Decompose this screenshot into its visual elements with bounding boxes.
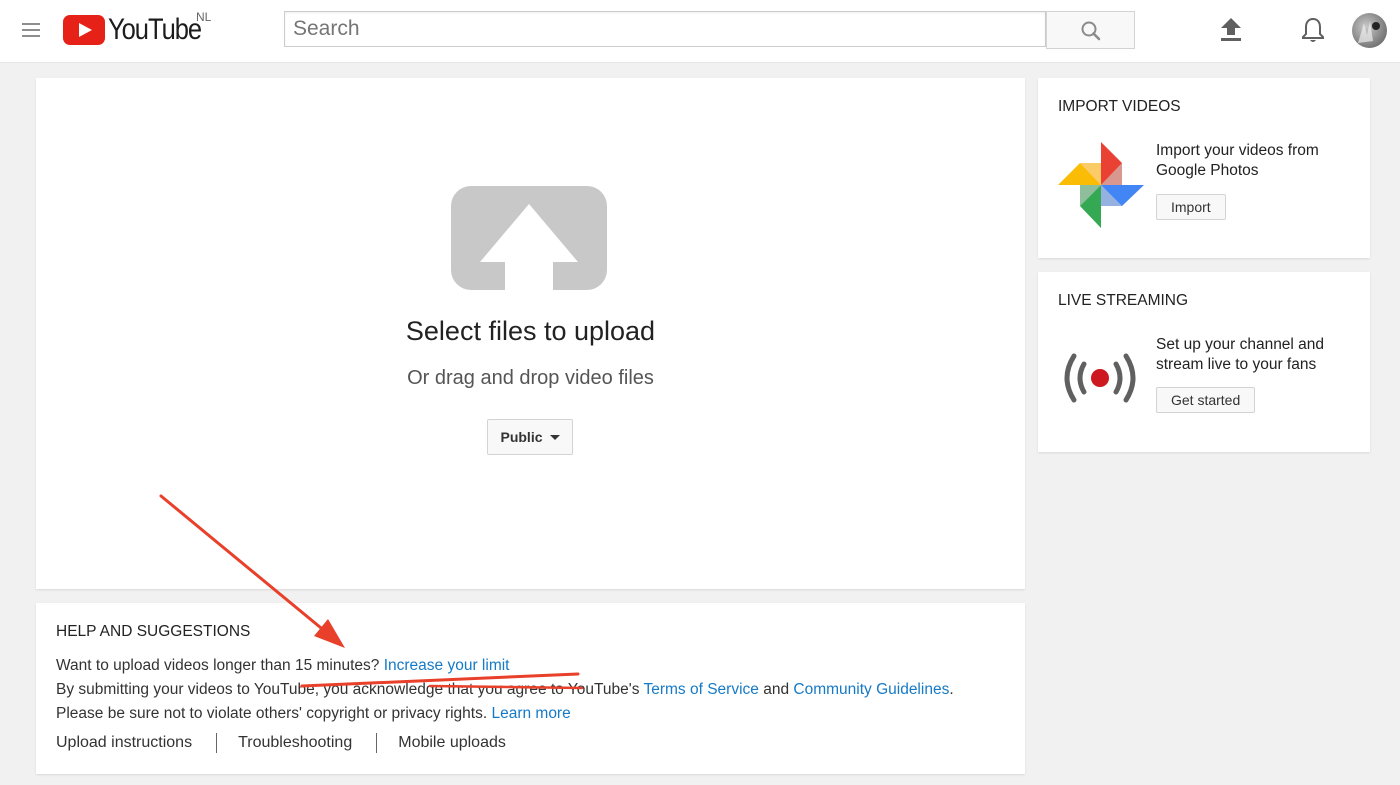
- top-bar: YouTube NL: [0, 0, 1400, 63]
- help-line-text: Want to upload videos longer than 15 min…: [56, 657, 384, 674]
- terms-of-service-link[interactable]: Terms of Service: [643, 681, 758, 698]
- avatar-image: [1358, 21, 1380, 43]
- import-videos-title: IMPORT VIDEOS: [1058, 98, 1181, 115]
- search-input[interactable]: [285, 12, 1045, 46]
- logo-text: YouTube: [108, 13, 202, 46]
- mobile-uploads-link[interactable]: Mobile uploads: [398, 734, 506, 754]
- divider: [216, 733, 218, 753]
- help-title: HELP AND SUGGESTIONS: [56, 623, 251, 640]
- upload-arrow-icon[interactable]: [451, 186, 607, 290]
- help-line-terms: By submitting your videos to YouTube, yo…: [56, 681, 954, 699]
- account-avatar[interactable]: [1352, 13, 1387, 48]
- import-videos-panel: IMPORT VIDEOS Import your videos from Go…: [1038, 78, 1370, 258]
- import-videos-text: Import your videos from Google Photos: [1156, 142, 1319, 179]
- help-line-copyright: Please be sure not to violate others' co…: [56, 705, 571, 723]
- community-guidelines-link[interactable]: Community Guidelines: [793, 681, 949, 698]
- search-icon: [1081, 21, 1101, 41]
- help-panel: HELP AND SUGGESTIONS Want to upload vide…: [36, 603, 1025, 774]
- search-box: [284, 11, 1046, 47]
- live-broadcast-icon: [1064, 353, 1136, 403]
- drag-drop-hint: Or drag and drop video files: [407, 367, 654, 389]
- help-line-text: and: [758, 681, 794, 698]
- youtube-play-icon: [63, 15, 105, 45]
- privacy-label: Public: [500, 429, 543, 445]
- import-button[interactable]: Import: [1156, 194, 1226, 220]
- help-line-limit: Want to upload videos longer than 15 min…: [56, 657, 509, 675]
- increase-limit-link[interactable]: Increase your limit: [384, 657, 510, 674]
- upload-panel: Select files to upload Or drag and drop …: [36, 78, 1025, 589]
- notifications-bell-icon[interactable]: [1300, 16, 1326, 44]
- live-streaming-title: LIVE STREAMING: [1058, 292, 1189, 309]
- divider: [376, 733, 378, 753]
- live-streaming-text: Set up your channel and stream live to y…: [1156, 336, 1325, 373]
- troubleshooting-link[interactable]: Troubleshooting: [238, 734, 352, 754]
- upload-instructions-link[interactable]: Upload instructions: [56, 734, 192, 754]
- get-started-button[interactable]: Get started: [1156, 387, 1256, 413]
- youtube-logo[interactable]: YouTube NL: [63, 10, 218, 46]
- search-button[interactable]: [1046, 11, 1135, 49]
- privacy-dropdown[interactable]: Public: [487, 419, 573, 455]
- logo-country-code: NL: [196, 10, 212, 24]
- help-links: Upload instructions Troubleshooting Mobi…: [56, 733, 506, 754]
- google-photos-icon: [1058, 142, 1144, 228]
- help-line-text: Please be sure not to violate others' co…: [56, 705, 492, 722]
- help-line-text: By submitting your videos to YouTube, yo…: [56, 681, 644, 698]
- help-line-text: .: [949, 681, 954, 698]
- hamburger-menu-icon[interactable]: [22, 20, 44, 40]
- upload-icon[interactable]: [1219, 17, 1243, 43]
- caret-down-icon: [549, 434, 560, 440]
- learn-more-link[interactable]: Learn more: [491, 705, 570, 722]
- live-streaming-panel: LIVE STREAMING Set up your channel and s…: [1038, 272, 1370, 452]
- select-files-title[interactable]: Select files to upload: [36, 316, 1025, 347]
